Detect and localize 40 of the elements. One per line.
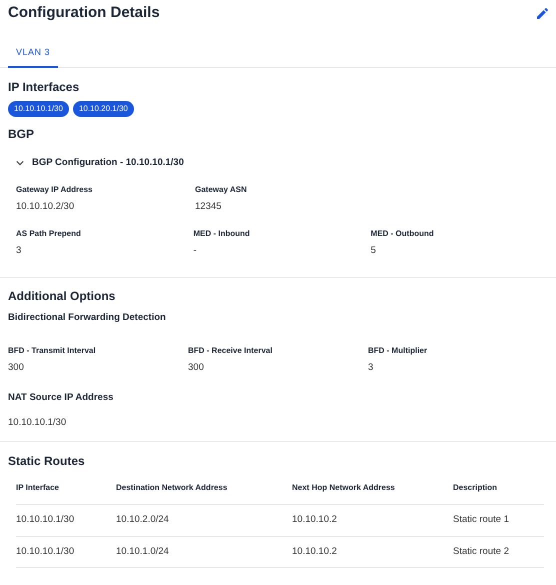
field-value: 300 <box>8 361 25 376</box>
table-cell: 10.10.1.0/24 <box>116 536 292 568</box>
field-value: 10.10.10.2/30 <box>16 200 76 214</box>
field-label: MED - Inbound <box>193 228 251 240</box>
table-cell: 10.10.10.1/30 <box>16 504 116 536</box>
page-title: Configuration Details <box>8 4 160 22</box>
field-label: AS Path Prepend <box>16 228 82 240</box>
column-header: IP Interface <box>16 472 116 505</box>
field-label: BFD - Receive Interval <box>188 345 274 358</box>
field-label: NAT Source IP Address <box>8 391 114 406</box>
field-value: 10.10.10.1/30 <box>8 416 68 430</box>
field-label: BFD - Transmit Interval <box>8 345 97 358</box>
field-value: 3 <box>16 244 22 258</box>
section-heading: BGP <box>8 127 36 142</box>
field-value: 3 <box>368 361 374 376</box>
table-cell: 10.10.2.0/24 <box>116 504 292 536</box>
tab[interactable]: VLAN 3 <box>8 40 58 68</box>
field-label: Gateway IP Address <box>16 184 94 196</box>
table-cell: Static route 2 <box>453 536 544 568</box>
field-label: MED - Outbound <box>370 228 435 240</box>
table-cell: Static route 1 <box>453 504 544 536</box>
column-header: Destination Network Address <box>116 472 292 505</box>
ip-chip: 10.10.10.1/30 <box>8 101 69 118</box>
field-value: - <box>193 244 198 258</box>
section-heading: Additional Options <box>8 288 116 303</box>
panel-title: BGP Configuration - 10.10.10.1/30 <box>32 156 184 170</box>
field-label: Gateway ASN <box>195 184 248 196</box>
column-header: Next Hop Network Address <box>292 472 453 505</box>
field-value: 12345 <box>195 200 222 214</box>
section-heading: IP Interfaces <box>8 80 80 94</box>
subsection-heading: Bidirectional Forwarding Detection <box>8 310 167 325</box>
ip-chip: 10.10.20.1/30 <box>72 101 134 118</box>
field-value: 5 <box>370 244 377 258</box>
table-cell: 10.10.10.1/30 <box>16 536 116 568</box>
field-label: BFD - Multiplier <box>368 345 428 358</box>
table-cell: 10.10.10.2 <box>292 536 453 568</box>
field-value: 300 <box>188 361 205 376</box>
table-cell: 10.10.10.2 <box>292 504 453 536</box>
section-heading: Static Routes <box>8 454 86 468</box>
column-header: Description <box>453 472 544 505</box>
